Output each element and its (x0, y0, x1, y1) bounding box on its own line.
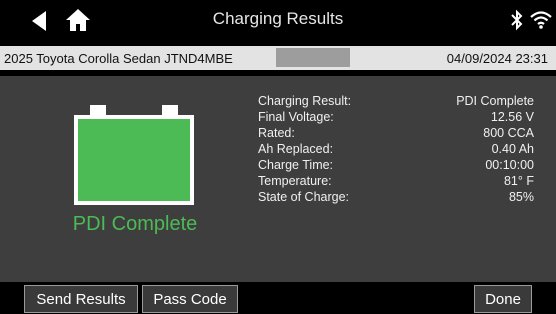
vin-redaction (276, 48, 350, 67)
page-title: Charging Results (212, 9, 344, 28)
result-label: Final Voltage: (258, 110, 334, 124)
send-results-button[interactable]: Send Results (24, 285, 138, 313)
battery-icon (74, 105, 194, 205)
date-time: 04/09/2024 23:31 (446, 51, 548, 66)
result-value: 85% (508, 190, 534, 204)
result-value: 12.56 V (490, 110, 534, 124)
result-value: PDI Complete (456, 94, 534, 108)
charge-status-label: PDI Complete (72, 213, 198, 235)
result-row: Charge Time: 00:10:00 (258, 157, 534, 173)
result-label: Charging Result: (258, 94, 352, 108)
vehicle-info-bar: 2025 Toyota Corolla Sedan JTND4MBE 04/09… (0, 46, 556, 70)
vehicle-description: 2025 Toyota Corolla Sedan JTND4MBE (4, 51, 233, 66)
result-value: 00:10:00 (485, 158, 534, 172)
result-row: Charging Result: PDI Complete (258, 93, 534, 109)
result-value: 81° F (503, 174, 534, 188)
result-row: State of Charge: 85% (258, 189, 534, 205)
result-label: Temperature: (258, 174, 332, 188)
results-list: Charging Result: PDI Complete Final Volt… (258, 93, 534, 205)
result-label: Rated: (258, 126, 295, 140)
result-value: 800 CCA (483, 126, 534, 140)
result-label: Charge Time: (258, 158, 334, 172)
pass-code-button[interactable]: Pass Code (142, 285, 238, 313)
bluetooth-icon (511, 9, 523, 31)
done-button[interactable]: Done (474, 285, 532, 313)
wifi-icon (530, 11, 552, 29)
bottom-bar: Send Results Pass Code Done (0, 282, 556, 314)
result-row: Final Voltage: 12.56 V (258, 109, 534, 125)
result-label: Ah Replaced: (258, 142, 334, 156)
result-row: Temperature: 81° F (258, 173, 534, 189)
result-value: 0.40 Ah (491, 142, 534, 156)
result-row: Rated: 800 CCA (258, 125, 534, 141)
result-row: Ah Replaced: 0.40 Ah (258, 141, 534, 157)
result-label: State of Charge: (258, 190, 350, 204)
top-bar: Charging Results (0, 0, 556, 40)
results-panel: PDI Complete Charging Result: PDI Comple… (0, 76, 556, 282)
